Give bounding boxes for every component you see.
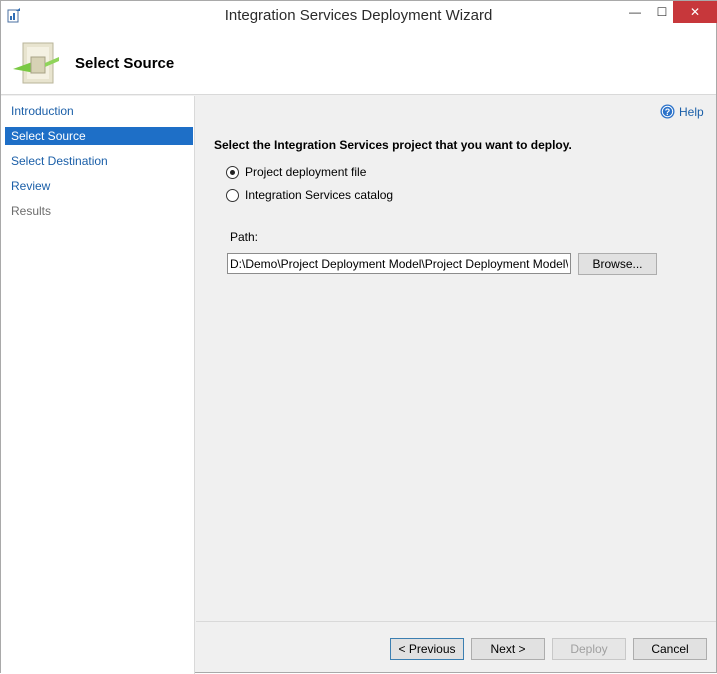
help-icon: ? <box>660 104 675 119</box>
radio-button-checked[interactable] <box>226 165 239 179</box>
browse-button[interactable]: Browse... <box>578 253 657 275</box>
close-button[interactable]: ✕ <box>673 1 717 23</box>
radio-integration-services-catalog[interactable]: Integration Services catalog <box>226 188 393 202</box>
previous-button[interactable]: < Previous <box>390 638 464 660</box>
cancel-button[interactable]: Cancel <box>633 638 707 660</box>
radio-label: Project deployment file <box>245 165 367 179</box>
deploy-button: Deploy <box>552 638 626 660</box>
wizard-footer: < Previous Next > Deploy Cancel <box>196 621 716 673</box>
radio-button-unchecked[interactable] <box>226 188 239 202</box>
nav-item-select-destination[interactable]: Select Destination <box>5 152 193 170</box>
nav-item-introduction[interactable]: Introduction <box>5 102 193 120</box>
title-bar[interactable]: Integration Services Deployment Wizard —… <box>1 1 717 31</box>
wizard-window: Integration Services Deployment Wizard —… <box>0 0 717 674</box>
next-button[interactable]: Next > <box>471 638 545 660</box>
window-title: Integration Services Deployment Wizard <box>224 7 493 24</box>
nav-item-select-source[interactable]: Select Source <box>5 127 193 145</box>
instruction-text: Select the Integration Services project … <box>214 138 572 152</box>
page-title: Select Source <box>75 55 175 72</box>
svg-text:?: ? <box>665 107 671 117</box>
help-label: Help <box>679 104 704 119</box>
radio-label: Integration Services catalog <box>245 188 394 202</box>
nav-item-review[interactable]: Review <box>5 177 193 195</box>
nav-item-results: Results <box>11 204 52 218</box>
main-panel: ? Help Select the Integration Services p… <box>196 96 716 621</box>
radio-project-deployment-file[interactable]: Project deployment file <box>226 165 366 179</box>
wizard-steps-nav: Introduction Select Source Select Destin… <box>1 96 195 674</box>
path-label: Path: <box>230 230 259 244</box>
deployment-wizard-icon <box>13 42 59 84</box>
path-input[interactable] <box>227 253 571 274</box>
wizard-header: Select Source <box>1 31 716 95</box>
help-link[interactable]: ? Help <box>660 104 704 119</box>
